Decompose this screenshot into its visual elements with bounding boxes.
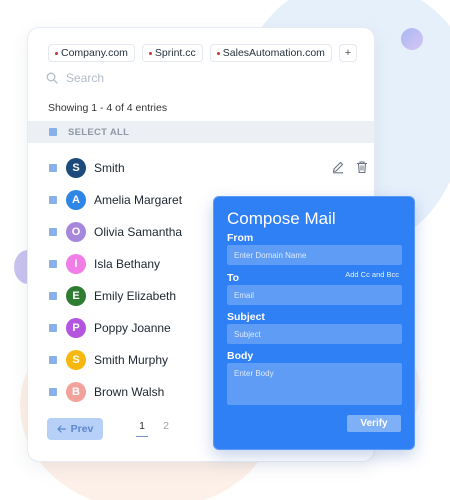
body-label: Body bbox=[227, 350, 254, 362]
domain-chip[interactable]: Sprint.cc bbox=[141, 44, 203, 62]
contact-name: Brown Walsh bbox=[94, 385, 165, 399]
contact-name: Olivia Samantha bbox=[94, 225, 183, 239]
entries-count: Showing 1 - 4 of 4 entries bbox=[48, 102, 168, 114]
domain-chips: Company.com Sprint.cc SalesAutomation.co… bbox=[48, 44, 357, 62]
arrow-left-icon bbox=[57, 425, 66, 433]
avatar: I bbox=[66, 254, 86, 274]
bullet-icon bbox=[216, 51, 220, 55]
row-checkbox[interactable] bbox=[49, 388, 57, 396]
add-cc-bcc-link[interactable]: Add Cc and Bcc bbox=[345, 270, 399, 279]
contact-name: Poppy Joanne bbox=[94, 321, 171, 335]
edit-icon[interactable] bbox=[331, 160, 345, 174]
decorative-dot bbox=[401, 28, 423, 50]
trash-icon[interactable] bbox=[355, 160, 369, 174]
bullet-icon bbox=[148, 51, 152, 55]
row-checkbox[interactable] bbox=[49, 228, 57, 236]
row-checkbox[interactable] bbox=[49, 164, 57, 172]
prev-page-label: Prev bbox=[70, 423, 94, 435]
body-field[interactable] bbox=[227, 363, 402, 405]
page-1-link[interactable]: 1 bbox=[136, 420, 148, 437]
select-all-checkbox[interactable] bbox=[49, 128, 57, 136]
bullet-icon bbox=[55, 51, 58, 55]
avatar: O bbox=[66, 222, 86, 242]
avatar: E bbox=[66, 286, 86, 306]
verify-button[interactable]: Verify bbox=[347, 415, 401, 432]
compose-title: Compose Mail bbox=[227, 209, 336, 228]
subject-field[interactable] bbox=[227, 324, 402, 344]
avatar: P bbox=[66, 318, 86, 338]
prev-page-button[interactable]: Prev bbox=[47, 418, 103, 440]
contact-name: Isla Bethany bbox=[94, 257, 161, 271]
avatar: S bbox=[66, 158, 86, 178]
add-chip-button[interactable]: + bbox=[338, 44, 357, 62]
contact-name: Smith bbox=[94, 161, 125, 175]
row-checkbox[interactable] bbox=[49, 196, 57, 204]
row-actions bbox=[331, 160, 369, 174]
domain-chip-label: SalesAutomation.com bbox=[222, 47, 325, 59]
domain-chip-label: Sprint.cc bbox=[154, 47, 196, 59]
domain-chip[interactable]: Company.com bbox=[48, 44, 135, 62]
domain-chip[interactable]: SalesAutomation.com bbox=[209, 44, 332, 62]
row-checkbox[interactable] bbox=[49, 324, 57, 332]
search-input[interactable] bbox=[66, 71, 266, 85]
select-all-label: SELECT ALL bbox=[68, 126, 130, 138]
page-2-link[interactable]: 2 bbox=[160, 420, 172, 437]
domain-chip-label: Company.com bbox=[61, 47, 128, 59]
from-label: From bbox=[227, 232, 254, 244]
select-all-bar[interactable]: SELECT ALL bbox=[28, 121, 374, 143]
contact-name: Emily Elizabeth bbox=[94, 289, 177, 303]
row-checkbox[interactable] bbox=[49, 260, 57, 268]
row-checkbox[interactable] bbox=[49, 356, 57, 364]
compose-mail-panel: Compose Mail From To Add Cc and Bcc Subj… bbox=[213, 196, 415, 450]
to-label: To bbox=[227, 272, 240, 284]
to-field[interactable] bbox=[227, 285, 402, 305]
contact-name: Amelia Margaret bbox=[94, 193, 183, 207]
search-icon bbox=[46, 72, 58, 84]
contact-row[interactable]: S Smith bbox=[49, 157, 369, 179]
avatar: B bbox=[66, 382, 86, 402]
from-field[interactable] bbox=[227, 245, 402, 265]
avatar: A bbox=[66, 190, 86, 210]
subject-label: Subject bbox=[227, 311, 265, 323]
search-bar bbox=[46, 71, 266, 85]
avatar: S bbox=[66, 350, 86, 370]
row-checkbox[interactable] bbox=[49, 292, 57, 300]
contact-name: Smith Murphy bbox=[94, 353, 169, 367]
pagination: 1 2 bbox=[136, 420, 172, 437]
